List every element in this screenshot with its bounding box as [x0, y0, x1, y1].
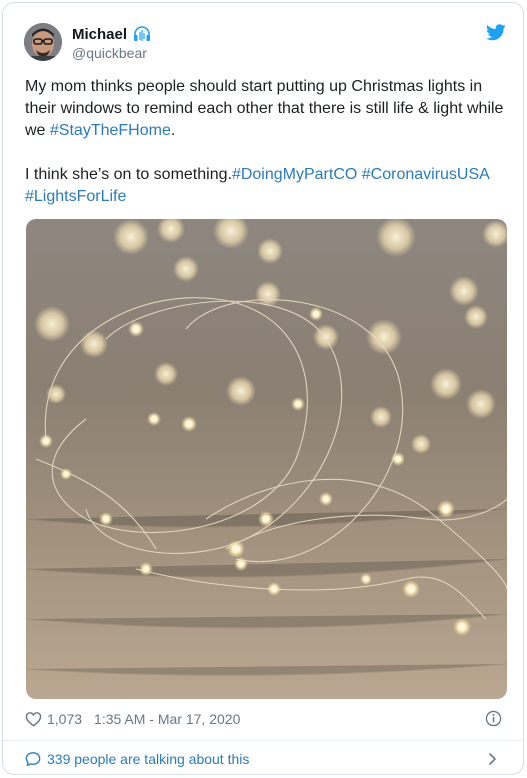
hashtag-lightsforlife[interactable]: #LightsForLife: [25, 188, 126, 205]
divider: [3, 740, 523, 741]
headphones-icon: [134, 26, 151, 41]
display-name[interactable]: Michael: [72, 26, 127, 43]
name-row: Michael: [72, 25, 152, 43]
tweet-paragraph-1: My mom thinks people should start puttin…: [25, 76, 510, 142]
user-handle[interactable]: @quickbear: [72, 45, 147, 61]
avatar[interactable]: [24, 23, 62, 61]
speech-bubble-icon: [25, 752, 41, 767]
timestamp[interactable]: 1:35 AM - Mar 17, 2020: [94, 711, 240, 727]
tweet-photo[interactable]: [26, 219, 507, 699]
tweet-text-line1-end: .: [170, 122, 176, 139]
tweet-text-line2: I think she’s on to something.: [25, 166, 232, 183]
twitter-bird-icon[interactable]: [486, 24, 506, 41]
hashtag-coronavirususa[interactable]: #CoronavirusUSA: [362, 166, 490, 183]
hashtag-doingmypartco[interactable]: #DoingMyPartCO: [232, 166, 357, 183]
hashtag-staythefhome[interactable]: #StayTheFHome: [50, 122, 171, 139]
tweet-header: Michael @quickbear: [24, 20, 506, 64]
tweet-card: Michael @quickbear My mom thinks people …: [2, 2, 524, 775]
tweet-text: My mom thinks people should start puttin…: [25, 76, 510, 208]
conversation-text[interactable]: 339 people are talking about this: [47, 751, 249, 767]
tweet-meta: 1,073 1:35 AM - Mar 17, 2020: [25, 708, 506, 730]
chevron-right-icon[interactable]: [488, 752, 497, 766]
tweet-paragraph-2: I think she’s on to something.#DoingMyPa…: [25, 164, 510, 208]
info-icon[interactable]: [485, 710, 502, 727]
like-count[interactable]: 1,073: [47, 711, 82, 727]
conversation-link[interactable]: 339 people are talking about this: [25, 748, 506, 770]
heart-icon[interactable]: [25, 711, 42, 727]
